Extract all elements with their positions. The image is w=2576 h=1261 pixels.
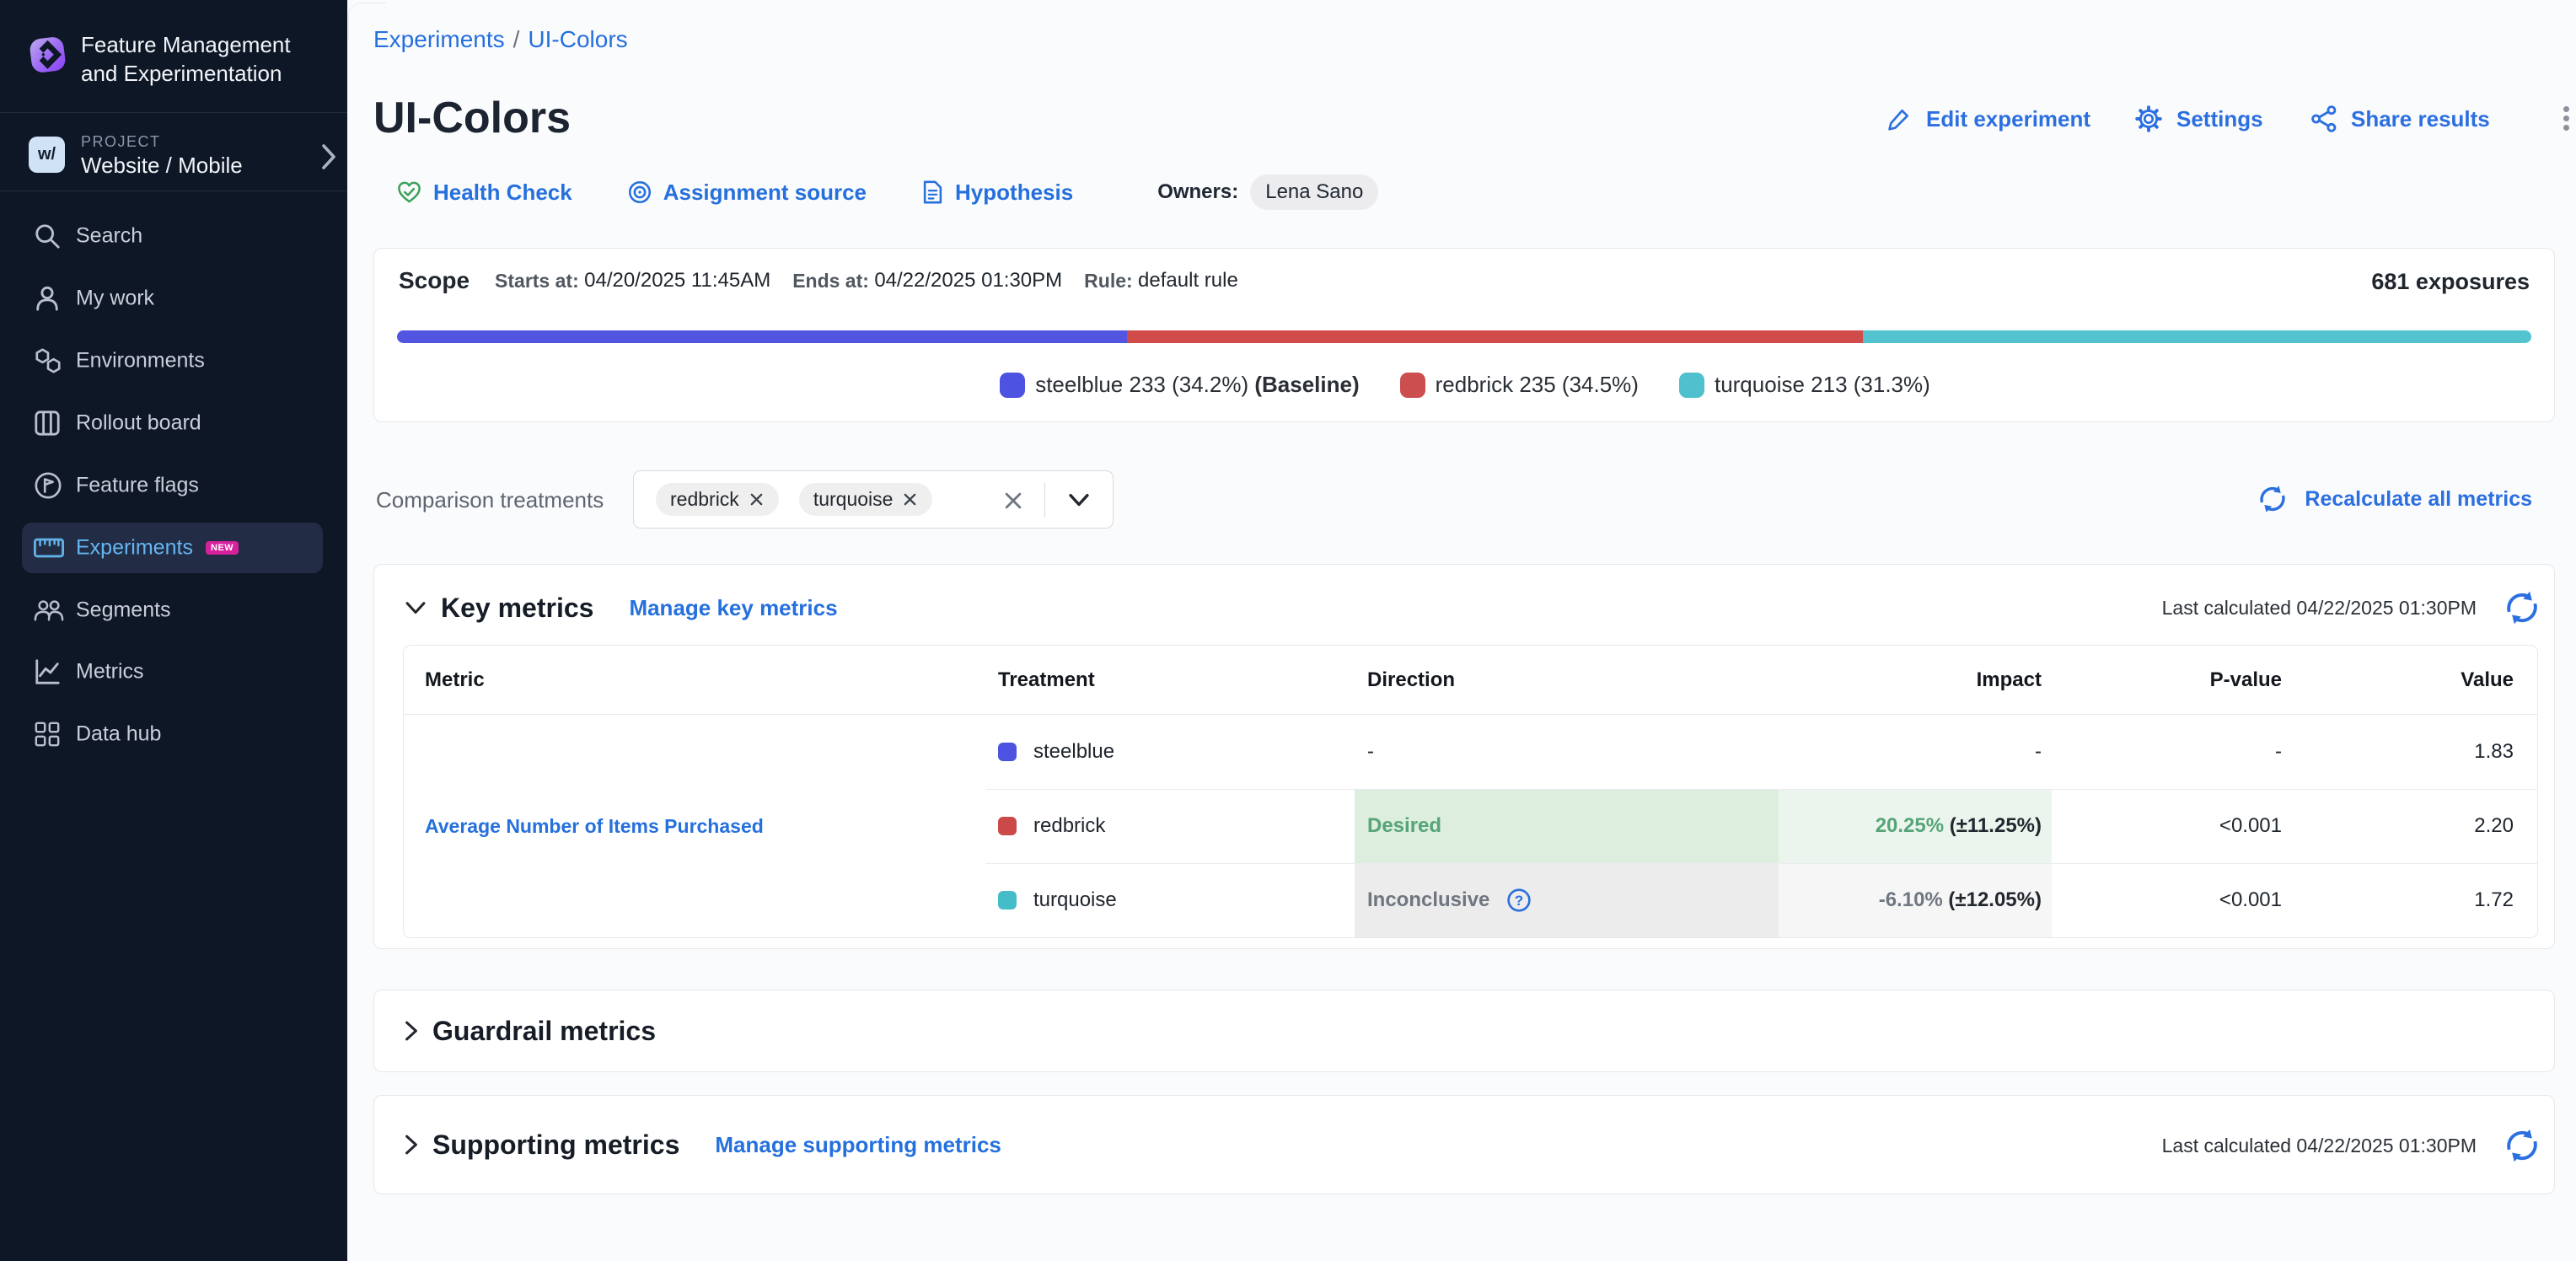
svg-text:?: ? [1515,893,1523,909]
